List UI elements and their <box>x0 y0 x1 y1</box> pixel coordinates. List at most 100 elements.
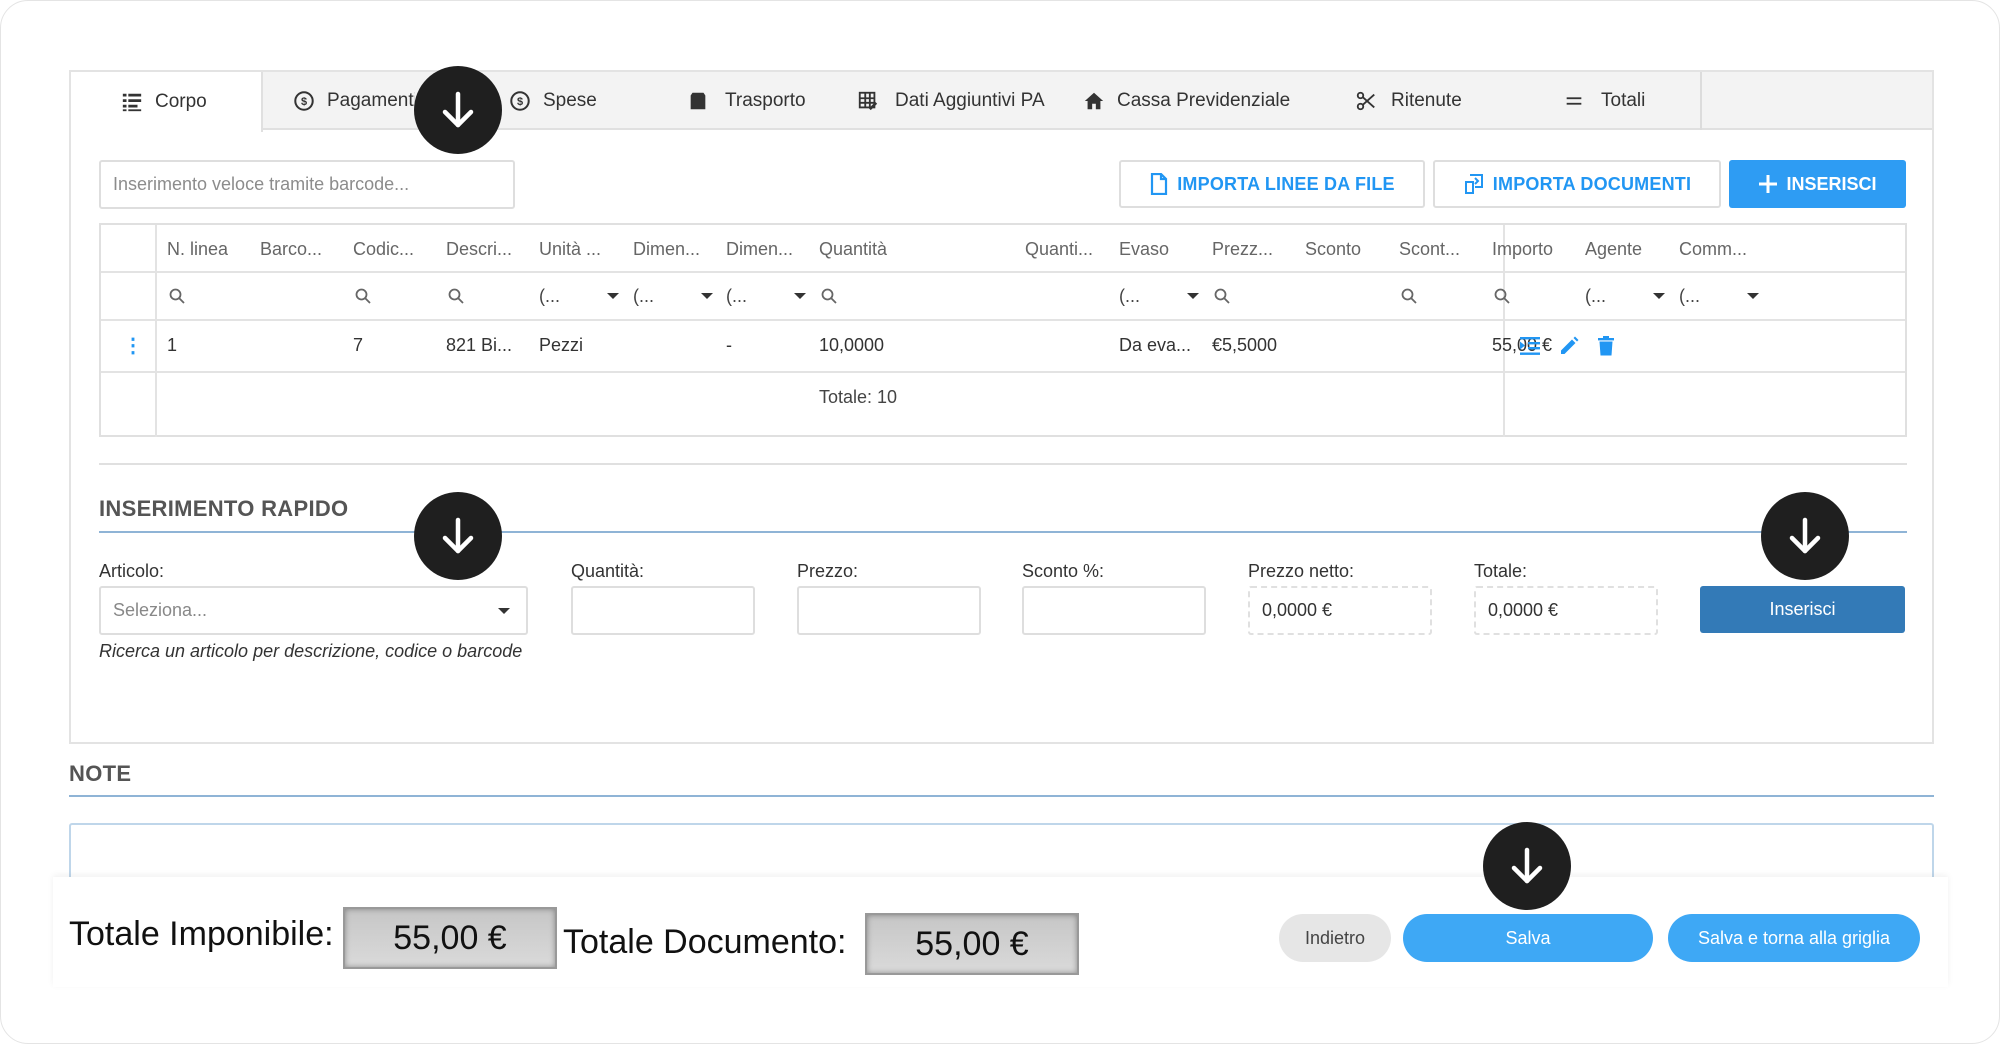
imponibile-label: Totale Imponibile: <box>69 915 334 953</box>
cell-unita: Pezzi <box>539 335 584 355</box>
edit-icon[interactable] <box>1556 333 1582 359</box>
file-icon <box>1151 173 1168 195</box>
search-icon[interactable] <box>1494 273 1510 319</box>
column-header[interactable]: N. linea <box>167 225 237 273</box>
chevron-down-icon <box>794 293 806 299</box>
insert-line-button[interactable]: INSERISCI <box>1729 160 1906 208</box>
tab-label: Trasporto <box>725 90 806 111</box>
prezzo-netto-value: 0,0000 € <box>1248 586 1432 635</box>
filter-dropdown[interactable]: (... <box>633 273 713 319</box>
column-header[interactable]: Importo <box>1492 225 1564 273</box>
filter-dropdown[interactable]: (... <box>1119 273 1199 319</box>
note-title: NOTE <box>69 761 132 786</box>
rapid-insert-title: INSERIMENTO RAPIDO <box>99 496 349 521</box>
column-header[interactable]: Unità ... <box>539 225 607 273</box>
cell-descrizione: 821 Bi... <box>446 335 513 355</box>
table-edit-icon <box>858 91 878 111</box>
button-label: IMPORTA LINEE DA FILE <box>1177 173 1395 194</box>
arrow-down-icon <box>414 66 502 154</box>
cell-n-linea: 1 <box>167 335 178 355</box>
cell-codice: 7 <box>353 335 364 355</box>
delete-icon[interactable] <box>1593 333 1619 359</box>
totale-label: Totale: <box>1474 561 1528 581</box>
tab-label: Totali <box>1601 90 1646 111</box>
column-header[interactable]: Quanti... <box>1025 225 1097 273</box>
dollar-circle-icon: $ <box>294 91 314 111</box>
save-and-back-button[interactable]: Salva e torna alla griglia <box>1668 914 1920 962</box>
table-row[interactable]: ⋮ 1 7 821 Bi... Pezzi - 10,0000 Da eva..… <box>101 321 1905 373</box>
import-documents-icon <box>1464 174 1483 194</box>
footer-bar: Totale Imponibile: 55,00 € Totale Docume… <box>53 877 1948 987</box>
rapid-insert-button[interactable]: Inserisci <box>1700 586 1905 633</box>
filter-dropdown[interactable]: (... <box>1585 273 1665 319</box>
chevron-down-icon <box>1747 293 1759 299</box>
documento-value: 55,00 € <box>865 913 1079 975</box>
grid-total-summary: Totale: 10 <box>819 387 898 407</box>
filter-dropdown-text: (... <box>539 285 560 306</box>
column-header[interactable]: Scont... <box>1399 225 1467 273</box>
search-icon[interactable] <box>355 273 371 319</box>
tab-ritenute[interactable]: Ritenute <box>1355 72 1462 130</box>
sconto-input[interactable] <box>1022 586 1206 635</box>
filter-dropdown[interactable]: (... <box>726 273 806 319</box>
tab-cassa-previdenziale[interactable]: Cassa Previdenziale <box>1083 72 1290 130</box>
back-button[interactable]: Indietro <box>1279 914 1391 962</box>
column-header[interactable]: Comm... <box>1679 225 1753 273</box>
document-body-card: Corpo $ Pagamenti $ Spese Trasporto Dati… <box>69 70 1934 744</box>
imponibile-value: 55,00 € <box>343 907 557 969</box>
cell-quantita: 10,0000 <box>819 335 885 355</box>
button-label: IMPORTA DOCUMENTI <box>1492 173 1692 194</box>
tab-totali[interactable]: Totali <box>1563 72 1645 130</box>
filter-dropdown-text: (... <box>726 285 747 306</box>
column-header[interactable]: Prezz... <box>1212 225 1278 273</box>
column-header[interactable]: Barco... <box>260 225 328 273</box>
import-documents-button[interactable]: IMPORTA DOCUMENTI <box>1433 160 1721 208</box>
documento-label: Totale Documento: <box>563 923 847 961</box>
tab-dati-aggiuntivi-pa[interactable]: Dati Aggiuntivi PA <box>857 72 1045 130</box>
column-header[interactable]: Sconto <box>1305 225 1375 273</box>
search-icon[interactable] <box>169 273 185 319</box>
column-header[interactable]: Agente <box>1585 225 1655 273</box>
search-icon[interactable] <box>821 273 837 319</box>
filter-dropdown[interactable]: (... <box>1679 273 1759 319</box>
column-header[interactable]: Descri... <box>446 225 514 273</box>
quantita-label: Quantità: <box>571 561 645 581</box>
tab-spese[interactable]: $ Spese <box>509 72 597 130</box>
column-header[interactable]: Evaso <box>1119 225 1187 273</box>
rapid-insert-underline <box>99 531 1907 533</box>
barcode-input[interactable] <box>99 160 515 209</box>
prezzo-input[interactable] <box>797 586 981 635</box>
scissors-icon <box>1356 91 1375 111</box>
button-label: INSERISCI <box>1786 173 1877 194</box>
chevron-down-icon <box>1653 293 1665 299</box>
search-icon[interactable] <box>448 273 464 319</box>
save-button[interactable]: Salva <box>1403 914 1653 962</box>
column-header[interactable]: Quantità <box>819 225 919 273</box>
dollar-circle-icon: $ <box>510 91 530 111</box>
tab-label: Cassa Previdenziale <box>1117 90 1291 111</box>
indent-icon[interactable] <box>1517 333 1543 359</box>
tab-corpo[interactable]: Corpo <box>71 72 263 132</box>
search-icon[interactable] <box>1214 273 1230 319</box>
box-icon <box>690 92 706 110</box>
home-icon <box>1084 92 1104 110</box>
row-menu-icon[interactable]: ⋮ <box>123 333 143 358</box>
search-icon[interactable] <box>1401 273 1417 319</box>
prezzo-netto-label: Prezzo netto: <box>1248 561 1355 581</box>
cell-dimensione: - <box>726 335 732 355</box>
import-lines-from-file-button[interactable]: IMPORTA LINEE DA FILE <box>1119 160 1425 208</box>
articolo-select[interactable]: Seleziona... <box>99 586 528 635</box>
tab-label: Corpo <box>155 91 207 112</box>
column-header[interactable]: Dimen... <box>726 225 798 273</box>
quantita-input[interactable] <box>571 586 755 635</box>
list-icon <box>122 93 142 112</box>
column-header[interactable]: Dimen... <box>633 225 705 273</box>
column-header[interactable]: Codic... <box>353 225 421 273</box>
filter-dropdown[interactable]: (... <box>539 273 619 319</box>
filter-dropdown-text: (... <box>1679 285 1700 306</box>
arrow-down-icon <box>1761 492 1849 580</box>
tab-pagamenti[interactable]: $ Pagamenti <box>293 72 415 130</box>
tab-trasporto[interactable]: Trasporto <box>687 72 806 130</box>
chevron-down-icon <box>1187 293 1199 299</box>
filter-dropdown-text: (... <box>1119 285 1140 306</box>
